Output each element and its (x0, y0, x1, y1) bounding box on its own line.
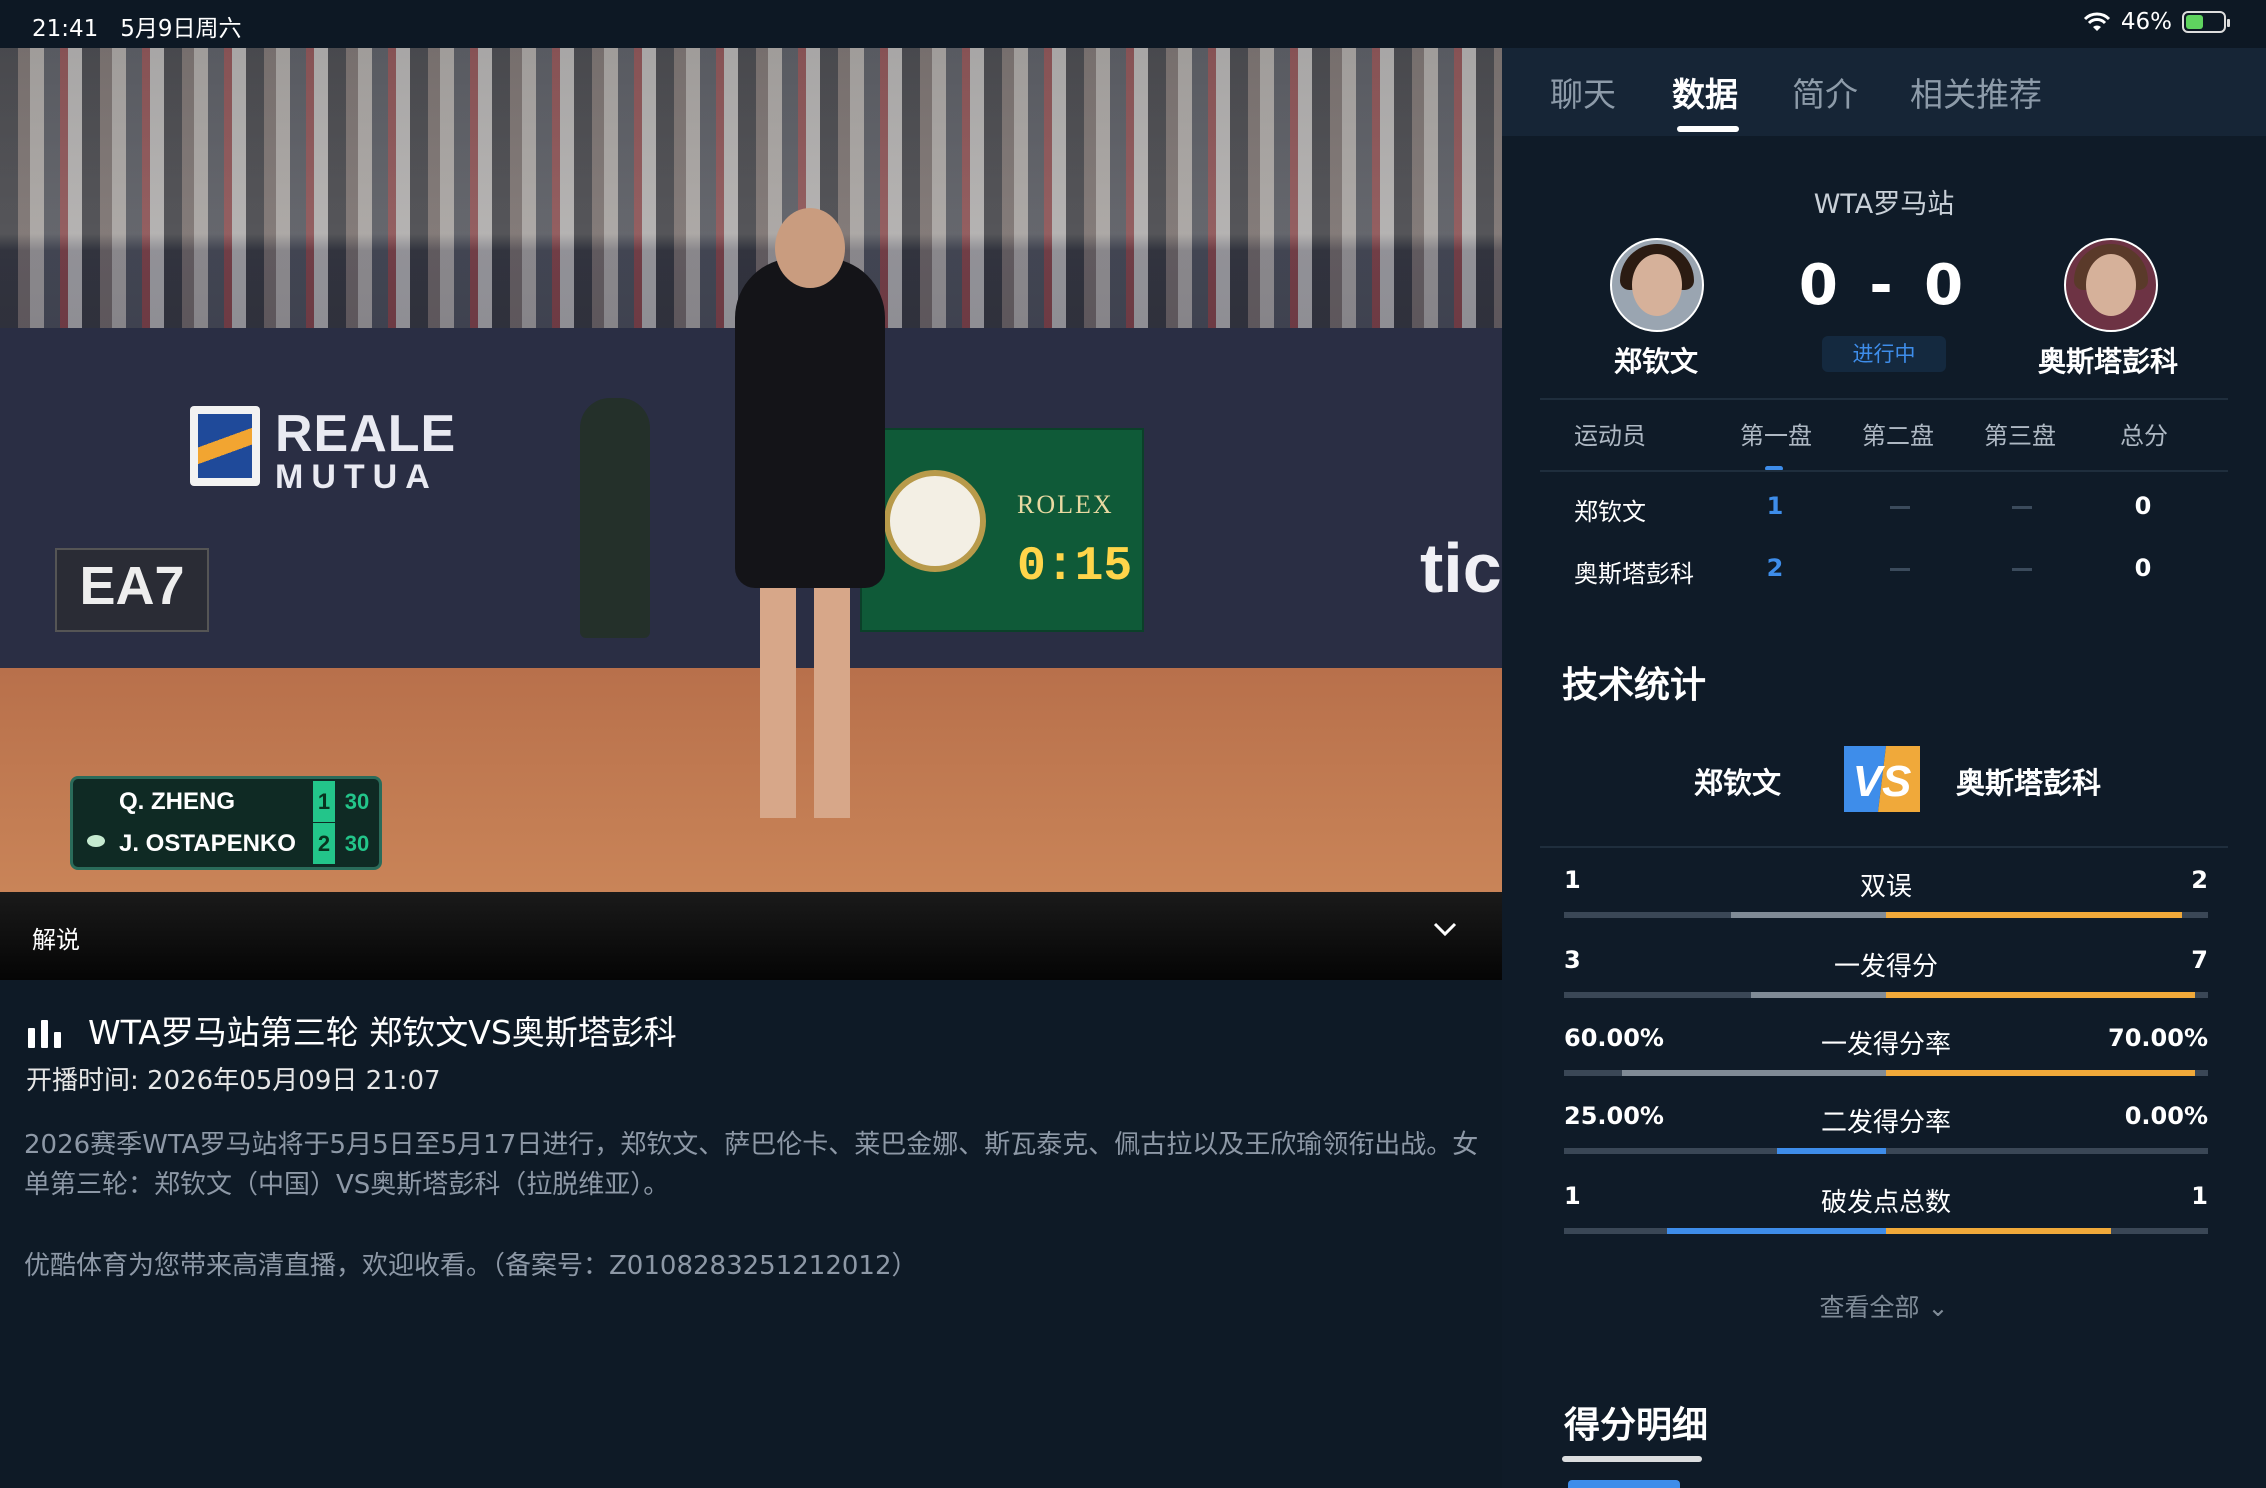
status-right: 46% (2083, 9, 2230, 35)
scorebug-row-ostapenko: J. OSTAPENKO 2 30 (73, 823, 379, 864)
divider (1540, 846, 2228, 848)
mutua-text: MUTUA (275, 458, 438, 496)
col-header-player: 运动员 (1574, 422, 1646, 450)
stat-left-bar (1667, 1228, 1886, 1234)
player-body (735, 258, 885, 588)
stat-label: 一发得分率 (1820, 1030, 1951, 1060)
vs-icon: VS (1844, 746, 1920, 812)
tab-bar: 聊天 数据 简介 相关推荐 (1502, 48, 2266, 136)
empty-dash (1890, 506, 1910, 509)
stat-left-bar (1731, 912, 1886, 918)
col-header-set1[interactable]: 第一盘 (1740, 416, 1812, 451)
stat-row: 60.00% 70.00% 一发得分率 (1564, 1024, 2208, 1084)
live-bars-icon (28, 1020, 68, 1048)
commentary-label: 解说 (32, 926, 80, 954)
stat-track (1564, 1148, 2208, 1154)
stat-left-bar (1621, 1070, 1886, 1076)
stat-left-bar (1750, 992, 1886, 998)
status-badge: 进行中 (1822, 336, 1946, 372)
tv-scorebug: Q. ZHENG 1 30 J. OSTAPENKO 2 30 (70, 776, 382, 870)
divider (1540, 470, 2228, 472)
stat-row: 1 2 双误 (1564, 866, 2208, 926)
score-detail-tab-indicator (1568, 1480, 1680, 1488)
player-head (775, 208, 845, 288)
player2-name: 奥斯塔彭科 (2038, 345, 2179, 378)
rolex-text: ROLEX (1017, 490, 1114, 519)
score-detail-title: 得分明细 (1564, 1405, 1709, 1446)
tech-right-name: 奥斯塔彭科 (1956, 766, 2102, 800)
stat-right-bar (1886, 912, 2183, 918)
clock-icon (884, 470, 986, 572)
ticket-banner: tick (1420, 529, 1502, 607)
shot-clock: 0:15 (1017, 540, 1133, 594)
chevron-down-icon[interactable] (1430, 914, 1460, 944)
tab-chat[interactable]: 聊天 (1550, 68, 1616, 116)
empty-dash (1890, 568, 1910, 571)
divider (1540, 398, 2228, 400)
col-header-set3[interactable]: 第三盘 (1984, 416, 2056, 451)
stat-row: 25.00% 0.00% 二发得分率 (1564, 1102, 2208, 1162)
table-row: 郑钦文 1 0 (1574, 492, 2152, 526)
stat-label: 双误 (1859, 872, 1912, 902)
status-bar: 21:41 5月9日周六 46% (0, 0, 2266, 48)
ball-kid (580, 398, 650, 638)
program-note: 优酷体育为您带来高清直播，欢迎收看。（备案号：Z0108283251212012… (24, 1251, 918, 1281)
data-panel: 聊天 数据 简介 相关推荐 WTA罗马站 郑钦文 奥斯塔彭科 0 - 0 进行中… (1502, 48, 2266, 1488)
video-player[interactable]: REALE MUTUA EA7 ROLEX 0:15 tick Q. ZHENG… (0, 48, 1502, 892)
tech-stats-title: 技术统计 (1562, 665, 1707, 706)
player-legs (760, 568, 850, 818)
stat-row: 3 7 一发得分 (1564, 946, 2208, 1006)
reale-mutua-banner: REALE MUTUA (190, 398, 460, 508)
stat-right-bar (1886, 1228, 2112, 1234)
battery-percent: 46% (2120, 9, 2172, 35)
empty-dash (2012, 568, 2032, 571)
commentary-bar[interactable]: 解说 (0, 892, 1502, 980)
stat-label: 二发得分率 (1820, 1108, 1951, 1138)
tab-active-indicator (1677, 126, 1739, 132)
battery-icon (2182, 11, 2230, 33)
table-row: 奥斯塔彭科 2 0 (1574, 554, 2152, 588)
col-header-set2[interactable]: 第二盘 (1862, 416, 1934, 451)
tab-intro[interactable]: 简介 (1792, 68, 1858, 116)
empty-dash (2012, 506, 2032, 509)
match-score: 0 - 0 (1798, 253, 1970, 318)
reale-logo-icon (190, 406, 260, 486)
stat-right-bar (1886, 992, 2196, 998)
stat-label: 一发得分 (1833, 952, 1938, 982)
program-start-time: 开播时间: 2026年05月09日 21:07 (26, 1066, 441, 1096)
program-title: WTA罗马站第三轮 郑钦文VS奥斯塔彭科 (88, 1013, 677, 1052)
stat-left-bar (1776, 1148, 1886, 1154)
col-header-total: 总分 (2120, 422, 2168, 450)
tab-recommend[interactable]: 相关推荐 (1910, 68, 2042, 116)
stat-row: 1 1 破发点总数 (1564, 1182, 2208, 1242)
tab-data[interactable]: 数据 (1672, 68, 1738, 116)
ea7-banner: EA7 (55, 548, 209, 632)
wifi-icon (2083, 12, 2110, 31)
serve-indicator-icon (87, 835, 105, 847)
home-indicator (1562, 1456, 1702, 1462)
match-league: WTA罗马站 (1813, 189, 1955, 220)
stat-label: 破发点总数 (1820, 1188, 1951, 1218)
status-time: 21:41 5月9日周六 (32, 16, 242, 42)
see-all-button[interactable]: 查看全部 ⌄ (1502, 1288, 2266, 1324)
rolex-clock-board: ROLEX 0:15 (860, 428, 1144, 632)
scorebug-row-zheng: Q. ZHENG 1 30 (73, 781, 379, 822)
svg-text:VS: VS (1853, 757, 1912, 806)
program-info: WTA罗马站第三轮 郑钦文VS奥斯塔彭科 开播时间: 2026年05月09日 2… (0, 980, 1502, 1488)
program-description: 2026赛季WTA罗马站将于5月5日至5月17日进行，郑钦文、萨巴伦卡、莱巴金娜… (24, 1130, 1479, 1200)
tech-left-name: 郑钦文 (1694, 766, 1782, 800)
stat-right-bar (1886, 1070, 2196, 1076)
player1-name: 郑钦文 (1614, 345, 1699, 378)
reale-text: REALE (275, 405, 457, 463)
